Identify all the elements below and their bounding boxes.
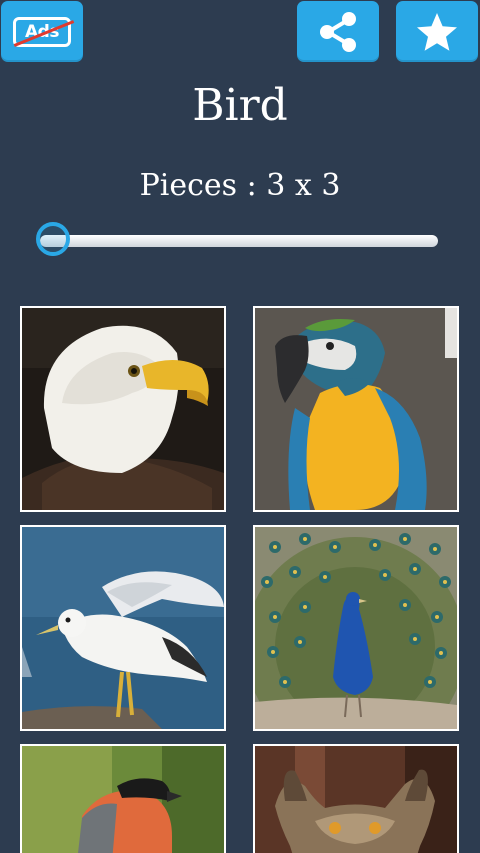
eagle-image [22,308,224,510]
puzzle-image-bullfinch[interactable] [20,744,226,853]
puzzle-image-macaw[interactable] [253,306,459,512]
ads-crossed-icon: Ads [13,16,75,47]
owl-image [255,746,457,853]
puzzle-image-owl[interactable] [253,744,459,853]
seagull-image [22,527,224,729]
macaw-image [255,308,457,510]
puzzle-image-peacock[interactable] [253,525,459,731]
share-button[interactable] [297,1,379,62]
share-icon [320,11,356,52]
puzzle-image-seagull[interactable] [20,525,226,731]
bullfinch-image [22,746,224,853]
category-title: Bird [192,80,288,131]
peacock-image [255,527,457,729]
puzzle-select-screen: Ads Bird Pieces : 3 x 3 [0,0,480,853]
pieces-slider-track[interactable] [40,235,438,247]
pieces-slider-thumb[interactable] [36,222,70,256]
puzzle-image-eagle[interactable] [20,306,226,512]
remove-ads-button[interactable]: Ads [1,1,83,62]
star-icon [417,12,457,51]
favorite-button[interactable] [396,1,478,62]
pieces-label: Pieces : 3 x 3 [139,168,341,203]
